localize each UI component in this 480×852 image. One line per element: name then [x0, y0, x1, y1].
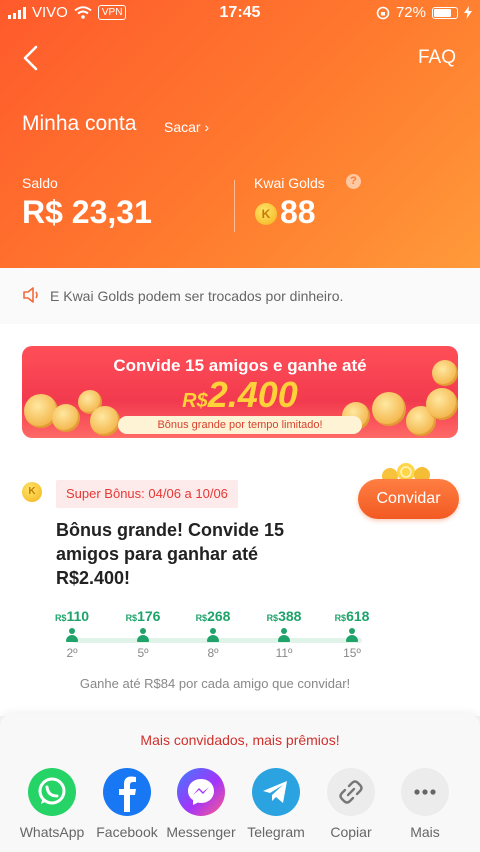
help-icon[interactable]: ?: [346, 174, 361, 189]
milestone: R$618 15º: [322, 608, 382, 660]
milestone: R$388 11º: [254, 608, 314, 660]
withdraw-link[interactable]: Sacar ›: [164, 119, 209, 135]
milestone: R$176 5º: [113, 608, 173, 660]
more-icon: [401, 768, 449, 816]
milestone-label: 15º: [343, 646, 361, 660]
account-header: VIVO VPN 17:45 72% FAQ Minha conta Sacar…: [0, 0, 480, 268]
milestone-label: 11º: [275, 646, 293, 660]
balance-label: Saldo: [22, 175, 58, 191]
share-copy-link[interactable]: Copiar: [311, 768, 391, 840]
invite-button[interactable]: Convidar: [358, 479, 459, 519]
facebook-icon: [103, 768, 151, 816]
back-icon[interactable]: [20, 44, 44, 72]
bonus-description: Bônus grande! Convide 15 amigos para gan…: [56, 520, 285, 588]
per-friend-text: Ganhe até R$84 por cada amigo que convid…: [79, 676, 351, 691]
share-label: Mais: [410, 824, 440, 840]
speaker-icon: [23, 287, 38, 303]
invite-banner[interactable]: Convide 15 amigos e ganhe até R$2.400 Bô…: [22, 346, 458, 438]
share-sheet: Mais convidados, mais prêmios! WhatsApp …: [0, 714, 480, 852]
share-facebook[interactable]: Facebook: [87, 768, 167, 840]
messenger-icon: [177, 768, 225, 816]
banner-currency: R$: [182, 390, 208, 412]
milestone-value: R$388: [266, 608, 302, 624]
gold-value: 88: [280, 194, 316, 230]
milestone-label: 5º: [137, 646, 149, 660]
share-messenger[interactable]: Messenger: [161, 768, 241, 840]
balance-value: R$ 23,31: [22, 194, 152, 230]
milestone-value: R$268: [195, 608, 231, 624]
banner-subtitle: Bônus grande por tempo limitado!: [118, 416, 362, 434]
share-sheet-title: Mais convidados, mais prêmios!: [140, 732, 340, 748]
share-label: Telegram: [247, 824, 305, 840]
page-title: Minha conta: [22, 112, 137, 135]
header-divider: [234, 180, 235, 232]
share-label: Facebook: [96, 824, 158, 840]
milestone: R$268 8º: [183, 608, 243, 660]
share-label: Copiar: [330, 824, 372, 840]
faq-link[interactable]: FAQ: [418, 47, 456, 69]
person-icon: [66, 628, 78, 644]
banner-amount-value: 2.400: [207, 374, 298, 415]
person-icon: [137, 628, 149, 644]
person-icon: [278, 628, 290, 644]
link-icon: [327, 768, 375, 816]
banner-title: Convide 15 amigos e ganhe até: [113, 356, 367, 375]
share-label: WhatsApp: [19, 824, 85, 840]
milestone-value: R$176: [125, 608, 161, 624]
milestone-label: 2º: [66, 646, 78, 660]
charging-icon: [464, 6, 472, 19]
battery-icon: [432, 6, 458, 19]
person-icon: [207, 628, 219, 644]
battery-percent: 72%: [395, 4, 426, 21]
milestone: R$110 2º: [42, 608, 102, 660]
gold-label: Kwai Golds: [254, 175, 325, 191]
milestone-value: R$110: [54, 608, 90, 624]
notice-text: E Kwai Golds podem ser trocados por dinh…: [50, 288, 344, 304]
telegram-icon: [252, 768, 300, 816]
share-whatsapp[interactable]: WhatsApp: [12, 768, 92, 840]
milestone-label: 8º: [207, 646, 219, 660]
person-icon: [346, 628, 358, 644]
whatsapp-icon: [28, 768, 76, 816]
kwai-gold-coin-icon: K: [255, 203, 277, 225]
share-telegram[interactable]: Telegram: [236, 768, 316, 840]
kwai-coin-icon: K: [22, 482, 42, 502]
orientation-lock-icon: [376, 6, 390, 19]
share-label: Messenger: [166, 824, 236, 840]
banner-amount: R$2.400: [22, 374, 458, 416]
milestone-value: R$618: [334, 608, 370, 624]
invite-content: Convide 15 amigos e ganhe até R$2.400 Bô…: [0, 324, 480, 716]
super-bonus-tag: Super Bônus: 04/06 a 10/06: [56, 480, 238, 508]
status-bar: VIVO VPN 17:45 72%: [0, 0, 480, 26]
notice-bar: E Kwai Golds podem ser trocados por dinh…: [0, 268, 480, 324]
milestone-track: R$110 2º R$176 5º R$268 8º R$388 11º R$6…: [50, 608, 380, 668]
share-more[interactable]: Mais: [385, 768, 465, 840]
